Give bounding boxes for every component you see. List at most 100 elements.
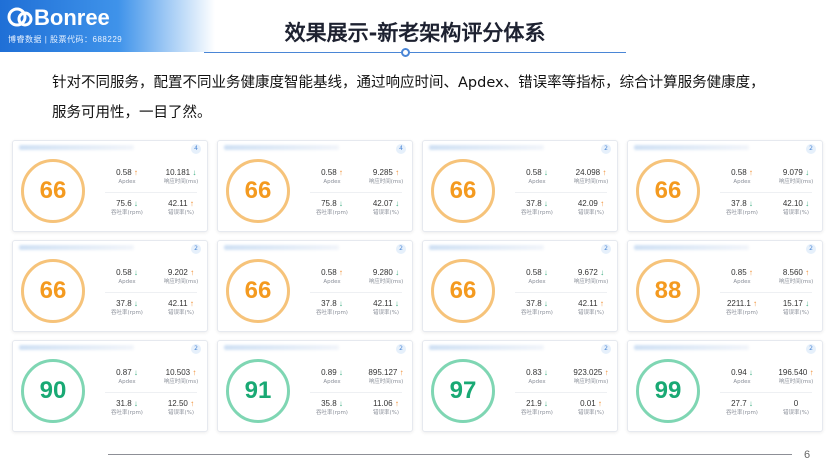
error-rate-value: 42.11 — [168, 299, 188, 308]
error-rate-value: 0 — [793, 399, 799, 408]
service-card[interactable]: 2 66 0.58 ↑ Apdex 9.280 ↓ 响应时间(ms) 37.8 ↓ 吞吐率(r… — [217, 240, 413, 332]
health-score-ring: 97 — [431, 359, 495, 423]
metric-divider — [310, 192, 402, 193]
metric-throughput: 75.6 ↓ 吞吐率(rpm) — [97, 198, 157, 218]
service-card[interactable]: 2 91 0.89 ↓ Apdex 895.127 ↑ 响应时间(ms) 35.8 ↓ 吞吐率… — [217, 340, 413, 432]
service-name-redacted — [634, 345, 749, 350]
metric-response-time: 9.079 ↓ 响应时间(ms) — [766, 167, 826, 187]
response-time-label: 响应时间(ms) — [573, 279, 609, 285]
service-card[interactable]: 2 66 0.58 ↓ Apdex 9.202 ↑ 响应时间(ms) 37.8 ↓ 吞吐率(r… — [12, 240, 208, 332]
apdex-value: 0.58 — [731, 168, 747, 177]
service-card[interactable]: 4 66 0.58 ↑ Apdex 10.181 ↓ 响应时间(ms) 75.6 ↓ 吞吐率(… — [12, 140, 208, 232]
apdex-value: 0.85 — [731, 268, 747, 277]
service-card[interactable]: 2 66 0.58 ↓ Apdex 9.672 ↓ 响应时间(ms) 37.8 ↓ 吞吐率(r… — [422, 240, 618, 332]
service-card[interactable]: 2 66 0.58 ↑ Apdex 9.079 ↓ 响应时间(ms) 37.8 ↓ 吞吐率(r… — [627, 140, 823, 232]
metric-error-rate: 12.50 ↑ 错误率(%) — [151, 398, 211, 418]
trend-down-icon: ↓ — [541, 299, 548, 308]
metric-error-rate: 0.01 ↑ 错误率(%) — [561, 398, 621, 418]
apdex-value: 0.89 — [321, 368, 337, 377]
apdex-label: Apdex — [118, 179, 136, 185]
error-rate-label: 错误率(%) — [167, 210, 195, 216]
error-rate-label: 错误率(%) — [782, 210, 810, 216]
trend-down-icon: ↓ — [392, 199, 400, 208]
metric-error-rate: 42.09 ↑ 错误率(%) — [561, 198, 621, 218]
apdex-value: 0.94 — [731, 368, 747, 377]
apdex-label: Apdex — [733, 279, 751, 285]
apdex-label: Apdex — [323, 279, 341, 285]
metric-response-time: 24.098 ↑ 响应时间(ms) — [561, 167, 621, 187]
metric-apdex: 0.83 ↓ Apdex — [507, 367, 567, 387]
instance-count-badge: 2 — [396, 244, 406, 254]
metric-apdex: 0.58 ↓ Apdex — [507, 167, 567, 187]
service-card[interactable]: 4 66 0.58 ↑ Apdex 9.285 ↑ 响应时间(ms) 75.8 ↓ 吞吐率(r… — [217, 140, 413, 232]
trend-down-icon: ↓ — [541, 399, 548, 408]
metric-apdex: 0.89 ↓ Apdex — [302, 367, 362, 387]
throughput-label: 吞吐率(rpm) — [316, 410, 348, 416]
service-card[interactable]: 2 97 0.83 ↓ Apdex 923.025 ↑ 响应时间(ms) 21.9 ↓ 吞吐率… — [422, 340, 618, 432]
error-rate-label: 错误率(%) — [167, 410, 195, 416]
health-score: 66 — [39, 277, 67, 304]
throughput-value: 37.8 — [731, 199, 747, 208]
apdex-value: 0.58 — [116, 268, 132, 277]
apdex-value: 0.58 — [526, 268, 542, 277]
metric-throughput: 37.8 ↓ 吞吐率(rpm) — [507, 198, 567, 218]
metric-divider — [105, 292, 197, 293]
error-rate-value: 42.11 — [373, 299, 393, 308]
error-rate-value: 15.17 — [782, 299, 803, 308]
metric-throughput: 31.8 ↓ 吞吐率(rpm) — [97, 398, 157, 418]
throughput-label: 吞吐率(rpm) — [316, 310, 348, 316]
trend-down-icon: ↓ — [392, 299, 399, 308]
service-health-grid: 4 66 0.58 ↑ Apdex 10.181 ↓ 响应时间(ms) 75.6 ↓ 吞吐率(… — [12, 140, 823, 432]
apdex-label: Apdex — [733, 179, 751, 185]
trend-down-icon: ↓ — [746, 399, 753, 408]
error-rate-label: 错误率(%) — [782, 410, 810, 416]
throughput-label: 吞吐率(rpm) — [316, 210, 348, 216]
metric-apdex: 0.58 ↑ Apdex — [302, 267, 362, 287]
response-time-label: 响应时间(ms) — [778, 279, 814, 285]
error-rate-label: 错误率(%) — [372, 210, 400, 216]
trend-down-icon: ↓ — [131, 399, 138, 408]
service-card[interactable]: 2 66 0.58 ↓ Apdex 24.098 ↑ 响应时间(ms) 37.8 ↓ 吞吐率(… — [422, 140, 618, 232]
error-rate-label: 错误率(%) — [372, 410, 400, 416]
error-rate-label: 错误率(%) — [372, 310, 400, 316]
apdex-value: 0.87 — [116, 368, 132, 377]
trend-up-icon: ↑ — [597, 299, 604, 308]
metric-error-rate: 42.11 ↑ 错误率(%) — [151, 298, 211, 318]
apdex-value: 0.58 — [526, 168, 542, 177]
trend-down-icon: ↓ — [802, 168, 810, 177]
service-card[interactable]: 2 90 0.87 ↓ Apdex 10.503 ↑ 响应时间(ms) 31.8 ↓ 吞吐率(… — [12, 340, 208, 432]
service-card[interactable]: 2 88 0.85 ↑ Apdex 8.560 ↑ 响应时间(ms) 2211.1 ↑ 吞吐率… — [627, 240, 823, 332]
trend-up-icon: ↑ — [190, 368, 197, 377]
trend-up-icon: ↑ — [392, 168, 400, 177]
metric-divider — [720, 392, 812, 393]
metric-error-rate: 42.11 ↑ 错误率(%) — [151, 198, 211, 218]
metric-response-time: 9.202 ↑ 响应时间(ms) — [151, 267, 211, 287]
footer-divider — [108, 454, 792, 455]
error-rate-label: 错误率(%) — [782, 310, 810, 316]
service-card[interactable]: 2 99 0.94 ↓ Apdex 196.540 ↑ 响应时间(ms) 27.7 ↓ 吞吐率… — [627, 340, 823, 432]
throughput-label: 吞吐率(rpm) — [726, 310, 758, 316]
apdex-label: Apdex — [118, 379, 136, 385]
metric-throughput: 37.8 ↓ 吞吐率(rpm) — [507, 298, 567, 318]
service-name-redacted — [19, 345, 134, 350]
throughput-label: 吞吐率(rpm) — [726, 410, 758, 416]
trend-down-icon: ↓ — [131, 199, 138, 208]
metric-divider — [515, 392, 607, 393]
instance-count-badge: 2 — [601, 244, 611, 254]
trend-down-icon: ↓ — [597, 268, 605, 277]
metric-divider — [310, 392, 402, 393]
error-rate-value: 42.11 — [168, 199, 188, 208]
trend-down-icon: ↓ — [541, 268, 548, 277]
trend-up-icon: ↑ — [597, 199, 605, 208]
response-time-value: 895.127 — [368, 368, 398, 377]
response-time-value: 9.672 — [577, 268, 598, 277]
health-score-ring: 66 — [226, 159, 290, 223]
instance-count-badge: 2 — [191, 344, 201, 354]
error-rate-value: 0.01 — [580, 399, 596, 408]
apdex-label: Apdex — [528, 179, 546, 185]
error-rate-label: 错误率(%) — [167, 310, 195, 316]
health-score-ring: 99 — [636, 359, 700, 423]
metric-throughput: 37.8 ↓ 吞吐率(rpm) — [712, 198, 772, 218]
health-score-ring: 66 — [21, 159, 85, 223]
response-time-value: 9.280 — [372, 268, 393, 277]
